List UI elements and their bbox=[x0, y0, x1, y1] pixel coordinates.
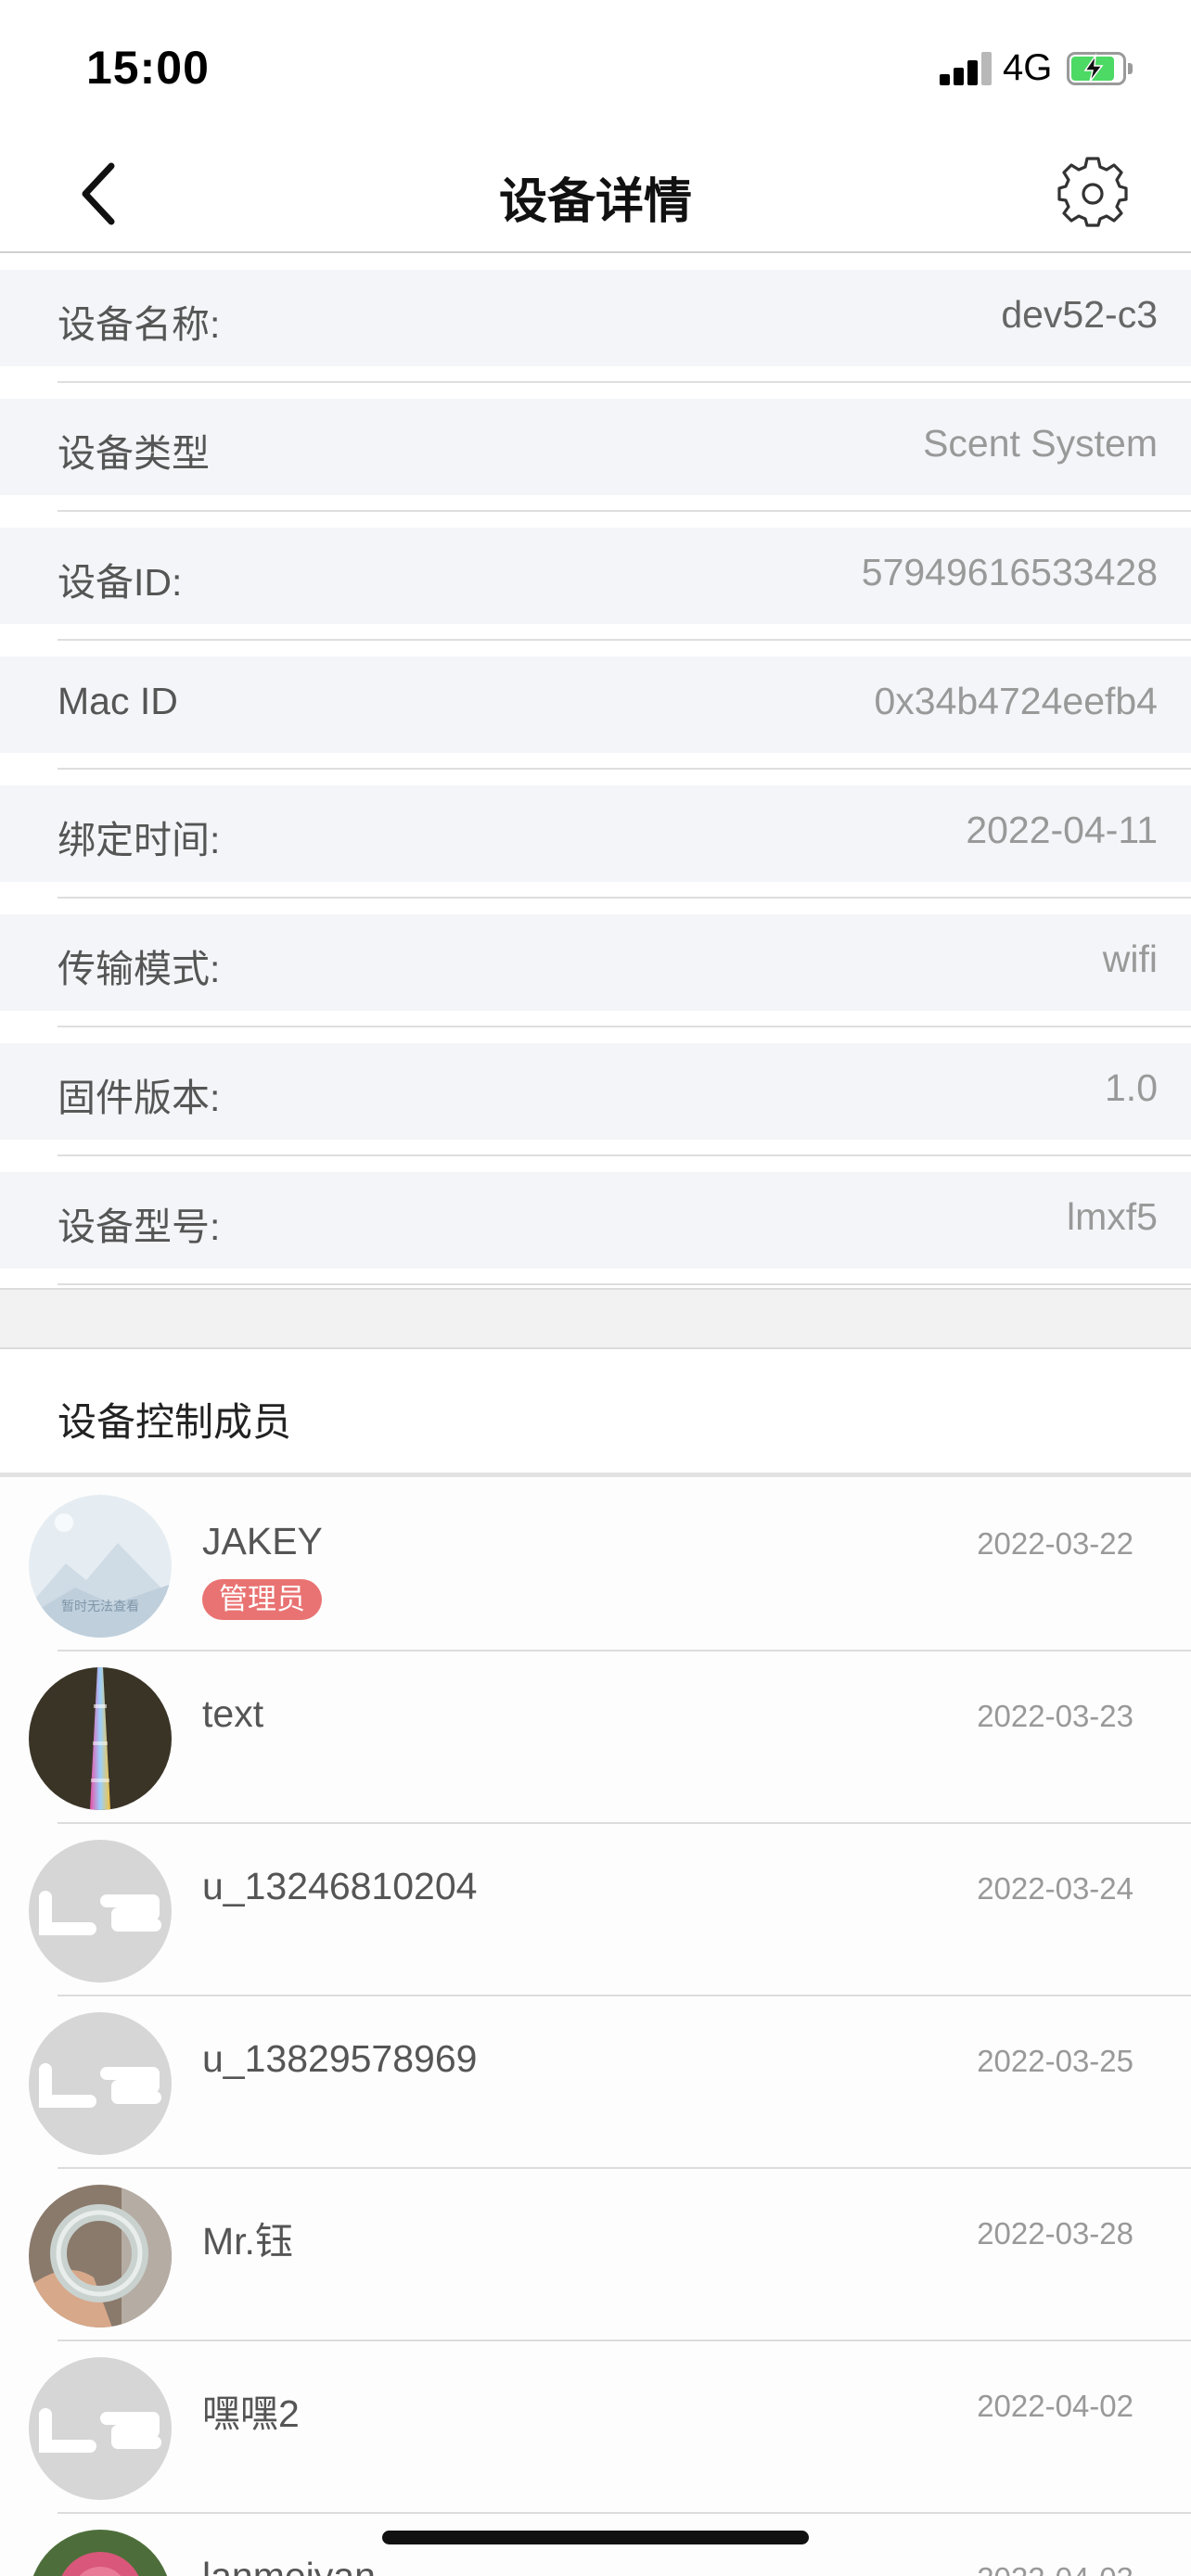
device-detail-screen: 15:00 4G 设备详情 设备名称: dev52-c3 设备类型 Scent … bbox=[0, 0, 1191, 2576]
info-label: 设备ID: bbox=[58, 561, 183, 604]
list-item[interactable]: 暂时无法查看 JAKEY 管理员 2022-03-22 bbox=[0, 1479, 1191, 1651]
info-label: 绑定时间: bbox=[58, 819, 221, 861]
tower-photo-icon bbox=[29, 1667, 172, 1810]
member-date: 2022-03-23 bbox=[977, 1699, 1133, 1733]
info-value: lmxf5 bbox=[1067, 1195, 1158, 1238]
info-value: 2022-04-11 bbox=[966, 809, 1158, 851]
avatar: 暂时无法查看 bbox=[29, 1495, 172, 1638]
members-title: 设备控制成员 bbox=[58, 1400, 292, 1444]
info-label: 固件版本: bbox=[58, 1077, 221, 1119]
member-date: 2022-03-24 bbox=[977, 1871, 1133, 1906]
info-row-device-model: 设备型号: lmxf5 bbox=[0, 1157, 1191, 1286]
member-date: 2022-04-03 bbox=[977, 2561, 1133, 2576]
member-name: Mr.钰 bbox=[202, 2220, 293, 2263]
member-list: 暂时无法查看 JAKEY 管理员 2022-03-22 text 2022-03… bbox=[0, 1479, 1191, 2576]
gear-icon bbox=[1057, 157, 1128, 227]
avatar bbox=[29, 1667, 172, 1810]
device-info-list: 设备名称: dev52-c3 设备类型 Scent System 设备ID: 5… bbox=[0, 255, 1191, 1286]
info-label: 设备型号: bbox=[58, 1205, 221, 1248]
info-row-mac-id: Mac ID 0x34b4724eefb4 bbox=[0, 642, 1191, 771]
member-name: u_13246810204 bbox=[202, 1865, 478, 1907]
info-label: 传输模式: bbox=[58, 948, 221, 990]
member-name: 嘿嘿2 bbox=[202, 2392, 300, 2435]
svg-text:暂时无法查看: 暂时无法查看 bbox=[61, 1600, 139, 1614]
list-item[interactable]: 嘿嘿2 2022-04-02 bbox=[0, 2341, 1191, 2514]
default-avatar-logo-icon bbox=[29, 1840, 172, 1983]
home-indicator[interactable] bbox=[382, 2531, 809, 2544]
battery-icon bbox=[1067, 52, 1133, 85]
member-date: 2022-03-28 bbox=[977, 2216, 1133, 2251]
info-value: 1.0 bbox=[1105, 1066, 1158, 1109]
info-label: Mac ID bbox=[58, 680, 178, 722]
member-name: JAKEY bbox=[202, 1520, 323, 1562]
info-value: dev52-c3 bbox=[1001, 293, 1158, 336]
info-row-transfer-mode: 传输模式: wifi bbox=[0, 899, 1191, 1028]
info-row-device-id: 设备ID: 57949616533428 bbox=[0, 513, 1191, 642]
status-time: 15:00 bbox=[86, 42, 210, 94]
member-name: text bbox=[202, 1692, 264, 1735]
nav-bar: 设备详情 bbox=[0, 134, 1191, 253]
info-row-device-type: 设备类型 Scent System bbox=[0, 384, 1191, 513]
network-type: 4G bbox=[1003, 47, 1053, 88]
status-bar: 15:00 4G bbox=[0, 0, 1191, 134]
avatar bbox=[29, 2012, 172, 2155]
list-item[interactable]: text 2022-03-23 bbox=[0, 1651, 1191, 1824]
page-title: 设备详情 bbox=[498, 175, 692, 229]
avatar bbox=[29, 1840, 172, 1983]
member-name: lanmeiyan bbox=[202, 2555, 376, 2576]
info-row-bind-time: 绑定时间: 2022-04-11 bbox=[0, 771, 1191, 899]
signal-icon bbox=[940, 52, 992, 85]
list-item[interactable]: lanmeiyan 2022-04-03 bbox=[0, 2514, 1191, 2576]
avatar bbox=[29, 2357, 172, 2500]
info-row-device-name: 设备名称: dev52-c3 bbox=[0, 255, 1191, 384]
avatar bbox=[29, 2185, 172, 2327]
settings-button[interactable] bbox=[1056, 155, 1130, 229]
list-item[interactable]: u_13829578969 2022-03-25 bbox=[0, 1996, 1191, 2169]
info-label: 设备类型 bbox=[58, 432, 210, 475]
member-date: 2022-03-25 bbox=[977, 2044, 1133, 2078]
members-header: 设备控制成员 bbox=[0, 1349, 1191, 1477]
avatar bbox=[29, 2530, 172, 2576]
charging-bolt-icon bbox=[1083, 53, 1104, 83]
list-item[interactable]: Mr.钰 2022-03-28 bbox=[0, 2169, 1191, 2341]
default-avatar-logo-icon bbox=[29, 2012, 172, 2155]
info-row-firmware-version: 固件版本: 1.0 bbox=[0, 1028, 1191, 1157]
bangle-photo-icon bbox=[29, 2185, 172, 2327]
member-date: 2022-03-22 bbox=[977, 1526, 1133, 1561]
admin-badge: 管理员 bbox=[202, 1579, 322, 1620]
info-value: Scent System bbox=[923, 422, 1158, 465]
info-value: wifi bbox=[1102, 937, 1158, 980]
rose-photo-icon bbox=[29, 2530, 172, 2576]
info-label: 设备名称: bbox=[58, 303, 221, 346]
info-value: 0x34b4724eefb4 bbox=[874, 680, 1158, 722]
list-item[interactable]: u_13246810204 2022-03-24 bbox=[0, 1824, 1191, 1996]
member-name: u_13829578969 bbox=[202, 2037, 478, 2080]
member-date: 2022-04-02 bbox=[977, 2389, 1133, 2423]
default-avatar-logo-icon bbox=[29, 2357, 172, 2500]
placeholder-image-icon: 暂时无法查看 bbox=[29, 1495, 172, 1638]
section-divider bbox=[0, 1288, 1191, 1349]
info-value: 57949616533428 bbox=[861, 551, 1158, 593]
